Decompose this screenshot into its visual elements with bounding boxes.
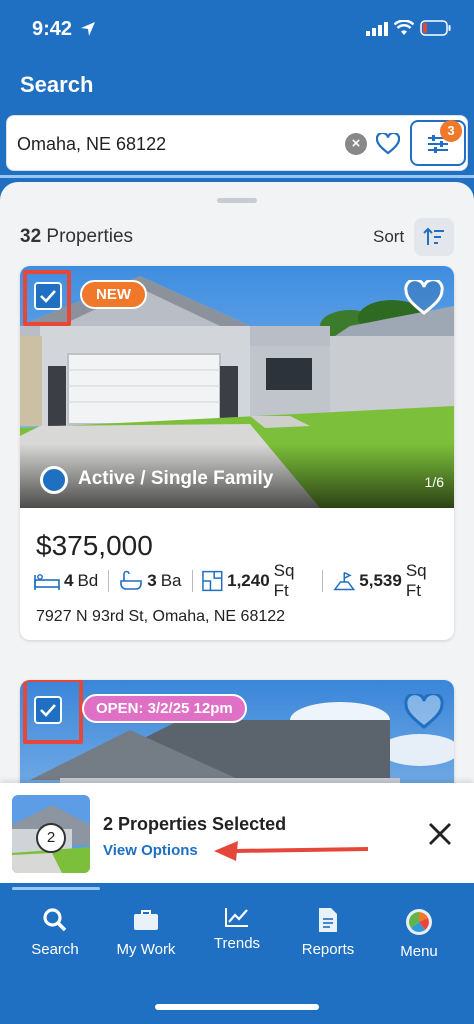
- tab-reports-label: Reports: [301, 941, 355, 958]
- selection-count-badge: 2: [36, 823, 66, 853]
- battery-icon: [420, 20, 451, 36]
- selection-bar: 2 2 Properties Selected View Options: [0, 783, 474, 883]
- briefcase-icon: [134, 910, 158, 930]
- favorite-heart-icon[interactable]: [404, 694, 444, 730]
- highlight-box: [23, 680, 83, 744]
- status-time: 9:42: [32, 18, 73, 40]
- favorite-heart-icon[interactable]: [404, 280, 444, 316]
- location-arrow-icon: [81, 22, 95, 36]
- sort-icon: [423, 227, 444, 245]
- annotation-arrow-icon: [214, 841, 369, 861]
- search-field[interactable]: Omaha, NE 68122 ×: [6, 115, 468, 171]
- listing-photo[interactable]: Active / Single Family 1/6 NEW: [20, 266, 454, 508]
- fact-divider: [191, 570, 193, 592]
- tab-search-label: Search: [31, 941, 79, 958]
- view-options-link[interactable]: View Options: [103, 842, 198, 859]
- beds-fact: 4 Bd: [34, 571, 98, 591]
- active-tab-indicator: [12, 887, 100, 890]
- page-title: Search: [20, 72, 94, 97]
- menu-logo-icon: [406, 909, 432, 935]
- tab-search[interactable]: Search: [8, 905, 102, 958]
- trends-icon: [225, 908, 248, 927]
- status-dot-icon: [40, 466, 68, 494]
- results-count-number: 32: [20, 226, 42, 247]
- tab-my-work-label: My Work: [116, 941, 176, 958]
- search-progress-line: [0, 175, 474, 178]
- tab-my-work[interactable]: My Work: [99, 905, 193, 958]
- lot-value: 5,539: [359, 571, 402, 590]
- results-count-label: Properties: [46, 226, 134, 247]
- sqft-unit: Sq Ft: [273, 561, 295, 600]
- save-search-heart-icon[interactable]: [376, 133, 400, 155]
- photo-counter: 1/6: [424, 474, 444, 490]
- beds-value: 4: [64, 571, 74, 590]
- listing-card[interactable]: Active / Single Family 1/6 NEW $375,000 …: [20, 266, 454, 640]
- tab-trends[interactable]: Trends: [190, 905, 284, 952]
- floorplan-icon: [202, 570, 223, 592]
- baths-fact: 3 Ba: [119, 570, 182, 592]
- highlight-box: [23, 270, 71, 326]
- lot-fact: 5,539 Sq Ft: [333, 561, 444, 601]
- tab-trends-label: Trends: [213, 935, 261, 952]
- status-bar: 9:42: [0, 0, 474, 60]
- new-badge: NEW: [80, 280, 147, 309]
- listing-address[interactable]: 7927 N 93rd St, Omaha, NE 68122: [36, 608, 285, 626]
- bathtub-icon: [120, 570, 143, 590]
- tab-menu-label: Menu: [400, 943, 438, 960]
- open-house-badge: OPEN: 3/2/25 12pm: [82, 694, 247, 723]
- fact-divider: [108, 570, 110, 592]
- search-input[interactable]: Omaha, NE 68122: [17, 134, 166, 155]
- app-bar: Search: [0, 60, 474, 110]
- baths-value: 3: [147, 571, 157, 590]
- tab-menu[interactable]: Menu: [372, 907, 466, 960]
- sqft-fact: 1,240 Sq Ft: [202, 561, 311, 601]
- signal-icon: [366, 22, 388, 36]
- results-sheet: 32 Properties Sort Active / Single Famil…: [0, 182, 474, 882]
- lot-unit: Sq Ft: [405, 561, 427, 600]
- search-icon: [43, 908, 67, 932]
- beds-unit: Bd: [77, 571, 99, 590]
- results-count: 32 Properties: [20, 226, 133, 248]
- listing-facts: 4 Bd 3 Ba 1,240 Sq Ft 5,539 Sq Ft: [34, 561, 454, 600]
- lot-size-icon: [333, 571, 355, 591]
- baths-unit: Ba: [160, 571, 182, 590]
- filter-count-badge: 3: [440, 120, 462, 142]
- sort-label: Sort: [373, 227, 405, 246]
- clear-search-icon[interactable]: ×: [345, 133, 367, 155]
- listing-status: Active / Single Family: [78, 468, 274, 489]
- bed-icon: [34, 574, 60, 590]
- listing-price: $375,000: [36, 530, 153, 561]
- sheet-drag-handle[interactable]: [217, 198, 257, 203]
- search-row: Omaha, NE 68122 × 3: [0, 110, 474, 178]
- reports-icon: [319, 908, 337, 932]
- sort-button[interactable]: [414, 218, 454, 256]
- selection-title: 2 Properties Selected: [103, 814, 287, 834]
- tab-reports[interactable]: Reports: [281, 905, 375, 958]
- wifi-icon: [394, 20, 414, 35]
- home-indicator: [155, 1004, 319, 1010]
- fact-divider: [321, 570, 323, 592]
- close-selection-icon[interactable]: [427, 821, 453, 847]
- sqft-value: 1,240: [227, 571, 270, 590]
- bottom-tab-bar: Search My Work Trends Reports Menu: [0, 883, 474, 1024]
